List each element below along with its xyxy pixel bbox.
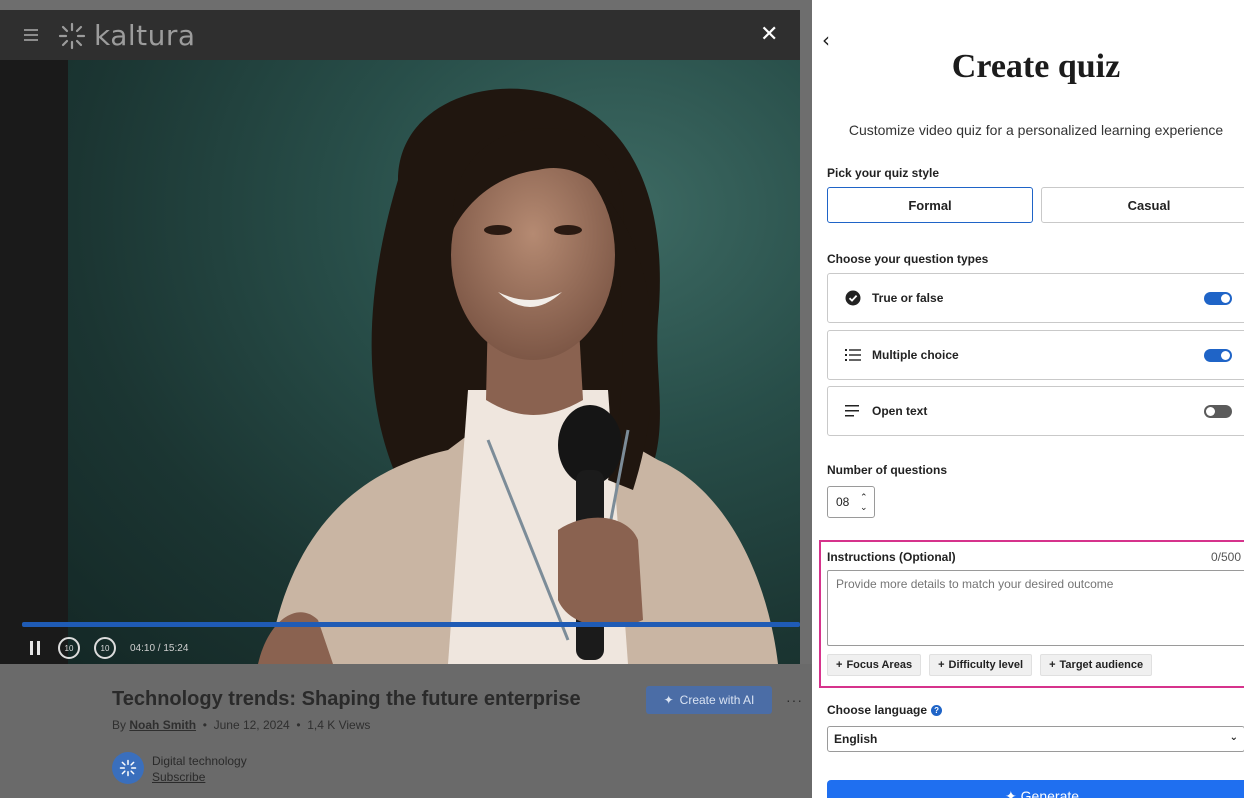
panel-title: Create quiz bbox=[951, 48, 1121, 85]
time-display: 04:10 / 15:24 bbox=[130, 642, 189, 654]
kaltura-logo: kaltura bbox=[56, 22, 196, 50]
more-options-icon[interactable]: ··· bbox=[786, 686, 803, 714]
video-date: June 12, 2024 bbox=[213, 718, 290, 732]
style-casual-button[interactable]: Casual bbox=[1041, 187, 1244, 223]
quiz-style-label: Pick your quiz style bbox=[827, 166, 940, 180]
video-title: Technology trends: Shaping the future en… bbox=[112, 688, 581, 710]
chip-label: Target audience bbox=[1059, 659, 1144, 671]
kaltura-burst-icon bbox=[58, 22, 86, 50]
chip-difficulty-level[interactable]: + Difficulty level bbox=[929, 654, 1033, 676]
instructions-textarea[interactable] bbox=[827, 570, 1244, 646]
question-type-true-false: True or false bbox=[827, 273, 1244, 323]
by-prefix: By bbox=[112, 718, 127, 732]
app-root: kaltura ✕ 10 10 04:10 / 15:24 Technology… bbox=[0, 0, 1244, 798]
generate-button[interactable]: ✦ Generate bbox=[827, 780, 1244, 798]
open-text-toggle[interactable] bbox=[1204, 405, 1232, 418]
plus-icon: + bbox=[1049, 659, 1056, 671]
channel-name: Digital technology bbox=[152, 754, 247, 768]
forward-10-icon[interactable]: 10 bbox=[94, 637, 116, 659]
chip-label: Difficulty level bbox=[948, 659, 1024, 671]
chip-label: Focus Areas bbox=[846, 659, 913, 671]
sparkle-icon: ✦ bbox=[663, 693, 674, 707]
chip-target-audience[interactable]: + Target audience bbox=[1040, 654, 1153, 676]
panel-subtitle: Customize video quiz for a personalized … bbox=[848, 122, 1224, 138]
channel-avatar[interactable] bbox=[112, 752, 144, 784]
pause-icon[interactable] bbox=[30, 641, 44, 655]
plus-icon: + bbox=[938, 659, 945, 671]
sparkle-icon: ✦ bbox=[1004, 788, 1017, 798]
question-type-open-text: Open text bbox=[827, 386, 1244, 436]
question-type-label: Open text bbox=[872, 404, 928, 418]
rewind-10-icon[interactable]: 10 bbox=[58, 637, 80, 659]
close-icon[interactable]: ✕ bbox=[760, 22, 778, 48]
chevron-down-icon: ⌄ bbox=[1229, 732, 1238, 743]
author-link[interactable]: Noah Smith bbox=[129, 718, 196, 732]
logo-text: kaltura bbox=[94, 19, 196, 52]
create-quiz-panel: ‹ Create quiz Customize video quiz for a… bbox=[812, 0, 1244, 798]
subscribe-link[interactable]: Subscribe bbox=[152, 770, 205, 784]
list-icon bbox=[844, 346, 862, 364]
player-controls: 10 10 04:10 / 15:24 bbox=[30, 636, 188, 660]
style-formal-button[interactable]: Formal bbox=[827, 187, 1033, 223]
speaker-image bbox=[258, 88, 778, 664]
video-page: kaltura ✕ 10 10 04:10 / 15:24 Technology… bbox=[0, 0, 812, 798]
question-types-label: Choose your question types bbox=[827, 252, 989, 266]
question-type-label: Multiple choice bbox=[872, 348, 959, 362]
language-select[interactable]: English ⌄ bbox=[827, 726, 1244, 752]
generate-label: Generate bbox=[1020, 788, 1080, 798]
separator-dot: • bbox=[199, 718, 211, 732]
channel-logo-icon bbox=[119, 759, 137, 777]
video-meta: By Noah Smith • June 12, 2024 • 1,4 K Vi… bbox=[112, 718, 370, 732]
chip-focus-areas[interactable]: + Focus Areas bbox=[827, 654, 922, 676]
instructions-section: Instructions (Optional) 0/500 +Focus Are… bbox=[819, 540, 1244, 688]
language-value: English bbox=[834, 732, 878, 746]
num-questions-value: 08 bbox=[836, 495, 850, 509]
plus-icon: + bbox=[836, 659, 843, 671]
num-questions-stepper[interactable]: 08 ⌃ ⌄ bbox=[827, 486, 875, 518]
progress-bar[interactable] bbox=[22, 622, 800, 627]
question-type-label: True or false bbox=[872, 291, 944, 305]
text-lines-icon bbox=[844, 402, 862, 420]
video-info: Technology trends: Shaping the future en… bbox=[0, 664, 812, 798]
back-chevron-icon[interactable]: ‹ bbox=[822, 30, 830, 50]
instructions-char-count: 0/500 bbox=[1211, 550, 1242, 564]
instructions-label: Instructions (Optional) bbox=[827, 550, 956, 564]
stepper-arrows-icon[interactable]: ⌃ ⌄ bbox=[860, 492, 868, 512]
help-icon[interactable]: ? bbox=[931, 705, 943, 716]
video-frame bbox=[68, 60, 800, 664]
language-label: Choose language bbox=[827, 703, 928, 717]
language-label-row: Choose language? bbox=[827, 703, 943, 717]
create-with-ai-button[interactable]: ✦ Create with AI bbox=[646, 686, 772, 714]
hamburger-menu-icon[interactable] bbox=[24, 29, 38, 41]
check-circle-icon bbox=[844, 289, 862, 307]
true-false-toggle[interactable] bbox=[1204, 292, 1232, 305]
video-views: 1,4 K Views bbox=[307, 718, 371, 732]
question-type-multiple-choice: Multiple choice bbox=[827, 330, 1244, 380]
player-header: kaltura ✕ bbox=[0, 10, 800, 60]
video-player[interactable]: 10 10 04:10 / 15:24 bbox=[0, 60, 800, 664]
instruction-chips: + Focus Areas + Difficulty level + Target a… bbox=[827, 654, 1153, 676]
create-ai-label: Create with AI bbox=[679, 693, 755, 707]
separator-dot: • bbox=[293, 718, 304, 732]
num-questions-label: Number of questions bbox=[827, 463, 948, 477]
multiple-choice-toggle[interactable] bbox=[1204, 349, 1232, 362]
